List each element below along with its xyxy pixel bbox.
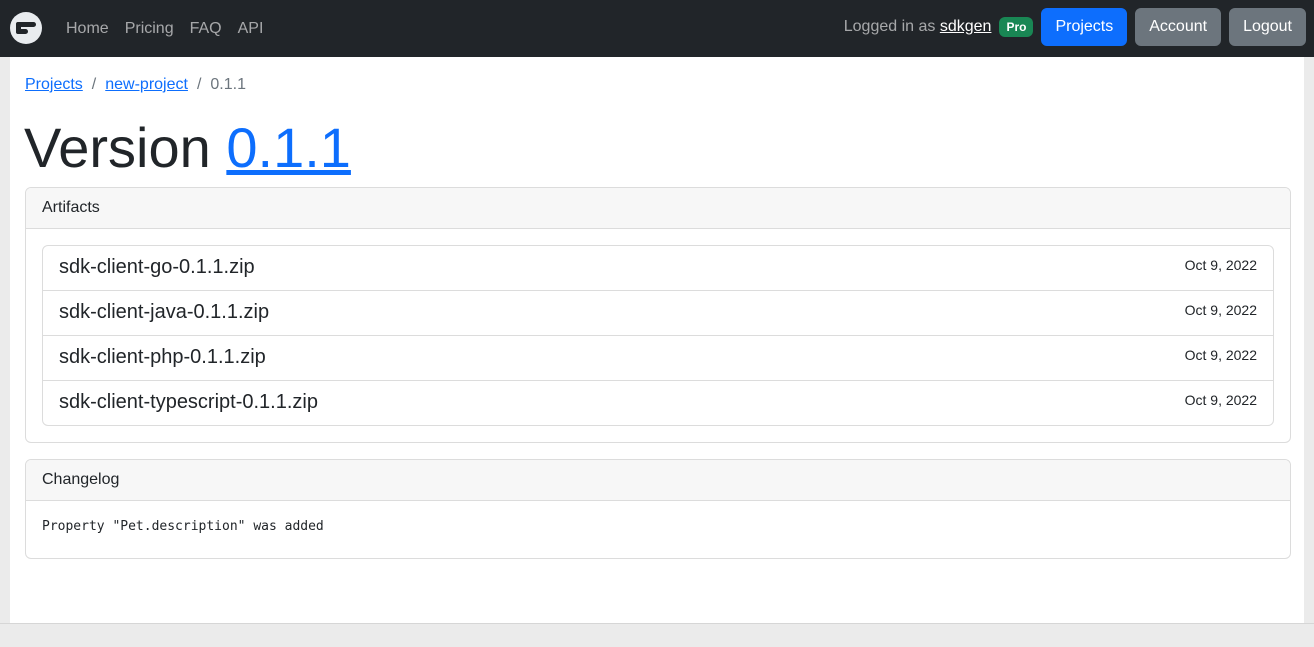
nav-faq-link[interactable]: FAQ	[182, 20, 230, 38]
account-button[interactable]: Account	[1135, 8, 1222, 46]
artifact-date: Oct 9, 2022	[1184, 302, 1257, 318]
changelog-card: Changelog Property "Pet.description" was…	[25, 459, 1291, 559]
nav-links: Home Pricing FAQ API	[58, 0, 271, 57]
artifact-list: sdk-client-go-0.1.1.zip Oct 9, 2022 sdk-…	[42, 245, 1274, 426]
title-version-link[interactable]: 0.1.1	[226, 116, 351, 179]
breadcrumb: Projects / new-project / 0.1.1	[25, 76, 246, 94]
breadcrumb-current-version: 0.1.1	[210, 76, 246, 93]
artifact-item[interactable]: sdk-client-java-0.1.1.zip Oct 9, 2022	[43, 290, 1273, 335]
logo-icon[interactable]	[10, 12, 42, 44]
breadcrumb-separator: /	[91, 76, 97, 93]
artifact-date: Oct 9, 2022	[1184, 392, 1257, 408]
logged-in-text: Logged in as sdkgen	[844, 18, 992, 36]
changelog-header: Changelog	[26, 460, 1290, 501]
artifact-date: Oct 9, 2022	[1184, 347, 1257, 363]
main-content: Projects / new-project / 0.1.1 Version 0…	[10, 57, 1304, 623]
artifact-name: sdk-client-php-0.1.1.zip	[59, 346, 266, 368]
changelog-text: Property "Pet.description" was added	[42, 519, 324, 534]
artifact-date: Oct 9, 2022	[1184, 257, 1257, 273]
artifact-name: sdk-client-typescript-0.1.1.zip	[59, 391, 318, 413]
artifact-item[interactable]: sdk-client-go-0.1.1.zip Oct 9, 2022	[43, 246, 1273, 290]
title-prefix: Version	[24, 116, 211, 179]
breadcrumb-separator: /	[196, 76, 202, 93]
logout-button[interactable]: Logout	[1229, 8, 1306, 46]
username-link[interactable]: sdkgen	[940, 18, 992, 35]
nav-pricing-link[interactable]: Pricing	[117, 20, 182, 38]
artifact-name: sdk-client-go-0.1.1.zip	[59, 256, 255, 278]
top-navbar: Home Pricing FAQ API Logged in as sdkgen…	[0, 0, 1314, 57]
logged-in-prefix: Logged in as	[843, 18, 936, 35]
artifact-item[interactable]: sdk-client-php-0.1.1.zip Oct 9, 2022	[43, 335, 1273, 380]
artifact-item[interactable]: sdk-client-typescript-0.1.1.zip Oct 9, 2…	[43, 380, 1273, 425]
footer-divider	[0, 623, 1314, 624]
nav-api-link[interactable]: API	[230, 20, 272, 38]
breadcrumb-projects-link[interactable]: Projects	[25, 76, 83, 94]
page-title: Version 0.1.1	[24, 114, 351, 182]
pro-badge: Pro	[999, 17, 1034, 37]
artifacts-card: Artifacts sdk-client-go-0.1.1.zip Oct 9,…	[25, 187, 1291, 443]
nav-user-area: Logged in as sdkgen Pro Projects Account…	[844, 8, 1306, 46]
artifacts-header: Artifacts	[26, 188, 1290, 229]
projects-button[interactable]: Projects	[1041, 8, 1128, 46]
nav-home-link[interactable]: Home	[58, 20, 117, 38]
breadcrumb-project-link[interactable]: new-project	[105, 76, 188, 94]
artifact-name: sdk-client-java-0.1.1.zip	[59, 301, 270, 323]
